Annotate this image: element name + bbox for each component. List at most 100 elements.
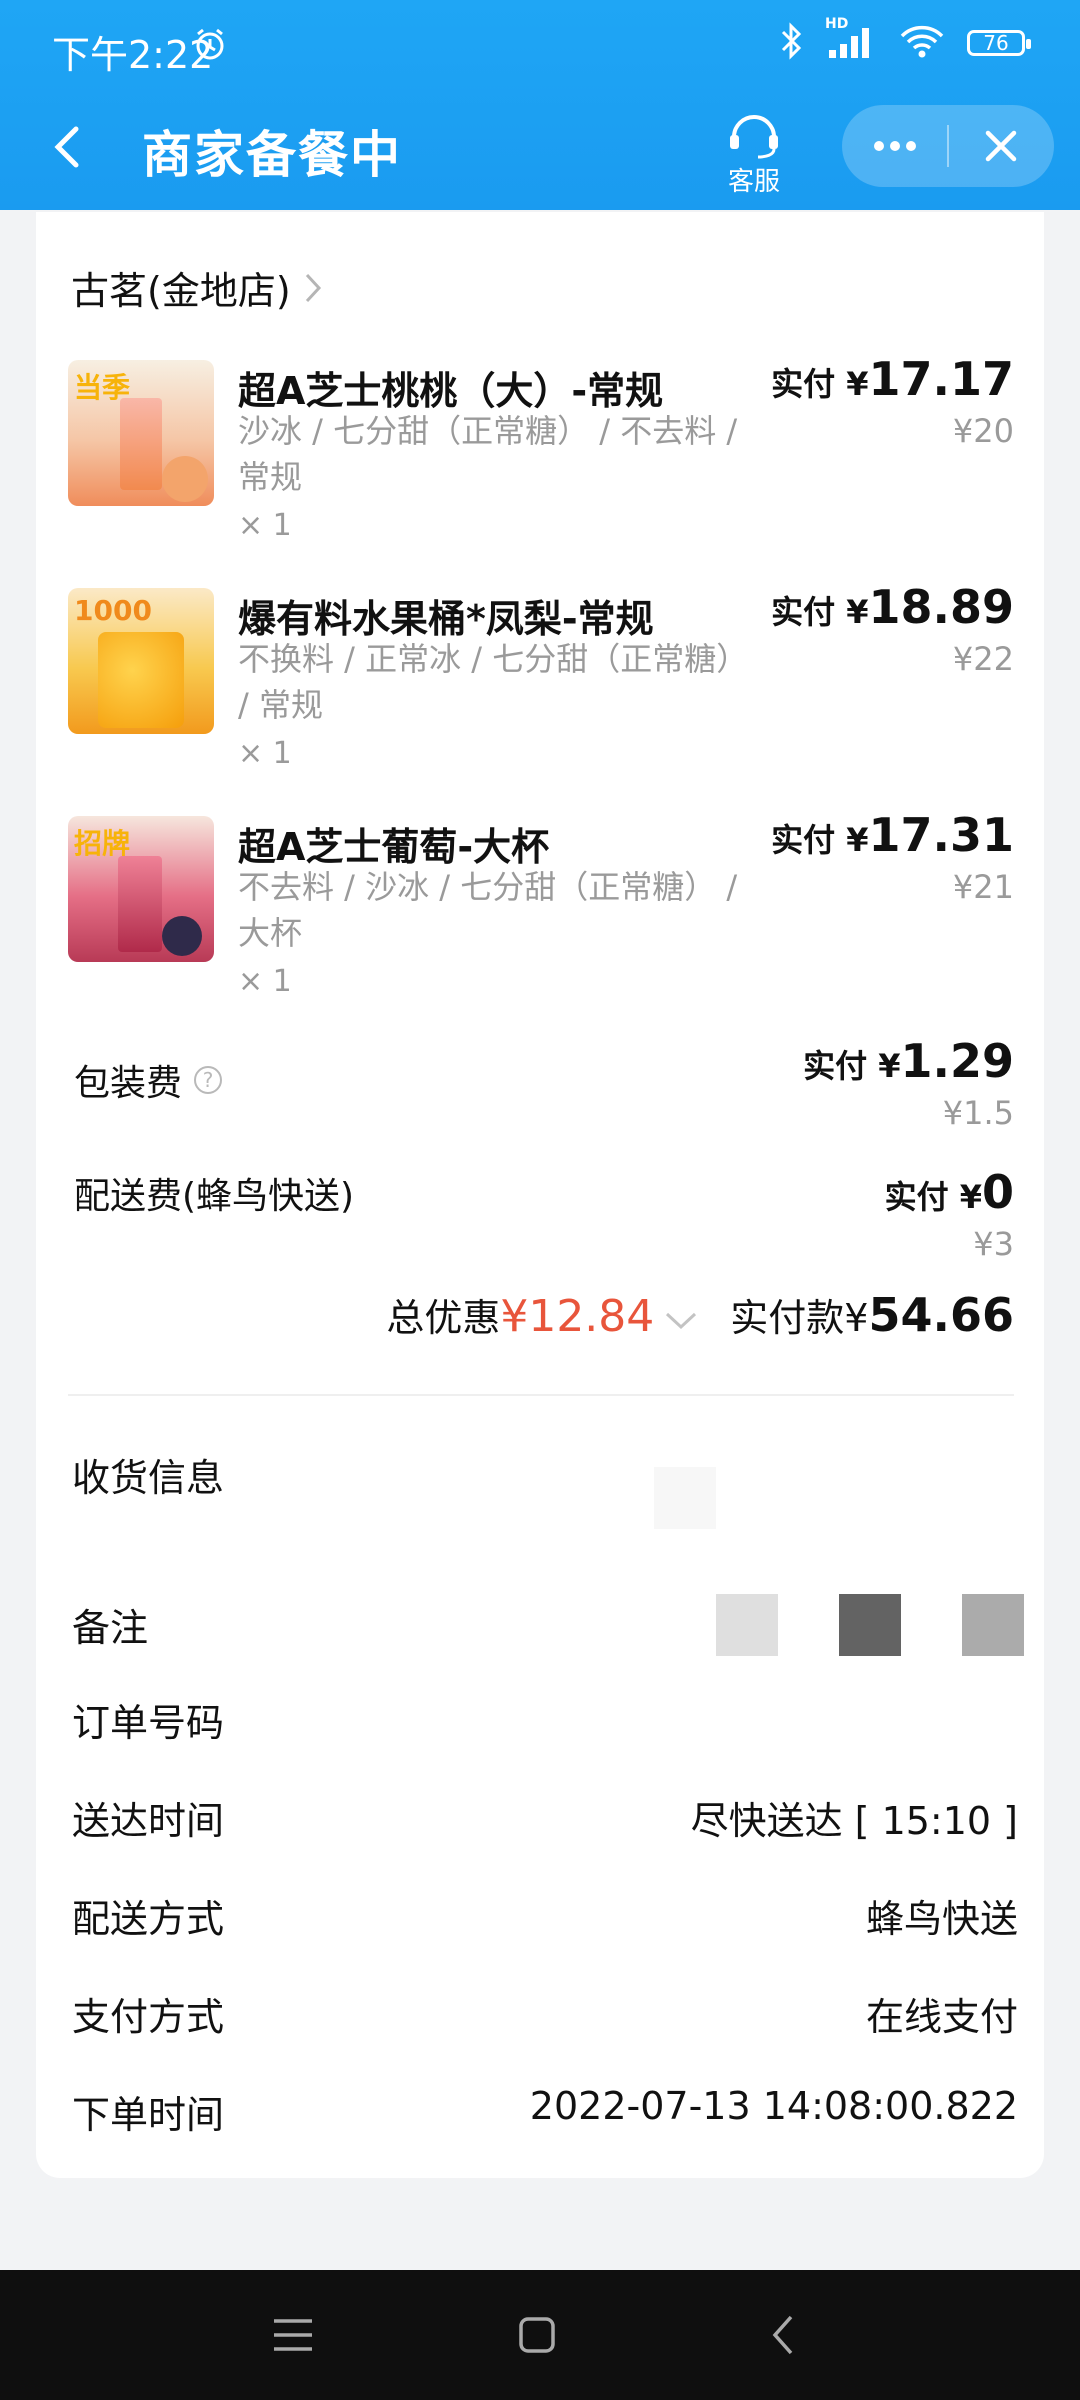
order-number-label: 订单号码 (72, 1701, 225, 1745)
back-button[interactable] (40, 117, 100, 177)
store-name: 古茗(金地店) (71, 269, 291, 313)
home-icon (519, 2317, 555, 2353)
paid-amount: 17.17 (868, 352, 1014, 406)
redacted-block (839, 1594, 901, 1656)
order-total: 总优惠 ¥12.84 实付款¥ 54.66 (386, 1287, 1014, 1342)
menu-capsule (842, 105, 1054, 187)
paid-amount: 0 (981, 1165, 1014, 1219)
network-type: HD (825, 16, 849, 32)
paid-amount: 1.29 (900, 1034, 1015, 1088)
paid-total-label: 实付款¥ (730, 1296, 869, 1340)
order-item[interactable]: 招牌 超A芝士葡萄-大杯 不去料 / 沙冰 / 七分甜（正常糖） / 大杯 × … (68, 808, 1014, 1026)
customer-service-button[interactable]: 客服 (712, 107, 796, 197)
discount-expand-button[interactable] (664, 1296, 698, 1340)
close-icon (985, 130, 1017, 162)
order-time-row: 下单时间 2022-07-13 14:08:00.822 (72, 2084, 1018, 2144)
original-price: ¥21 (952, 868, 1014, 906)
product-spec: 沙冰 / 七分甜（正常糖） / 不去料 / 常规 (238, 412, 738, 496)
original-price: ¥20 (952, 412, 1014, 450)
store-link[interactable]: 古茗(金地店) (71, 260, 323, 315)
fee-paid: 实付 ¥1.29 (803, 1034, 1014, 1088)
payment-method-row: 支付方式 在线支付 (72, 1986, 1018, 2046)
paid-total-value: 54.66 (868, 1288, 1014, 1342)
wifi-icon (899, 22, 945, 64)
redacted-block (962, 1594, 1024, 1656)
packaging-fee-row: 包装费 ? 实付 ¥1.29 ¥1.5 (74, 1034, 1014, 1152)
product-image: 招牌 (68, 816, 214, 962)
remark-row: 备注 (72, 1594, 1024, 1657)
redacted-block (654, 1467, 716, 1529)
delivery-method-label: 配送方式 (72, 1897, 225, 1941)
paid-label: 实付 ¥ (771, 365, 869, 403)
paid-label: 实付 ¥ (771, 593, 869, 631)
original-price: ¥22 (952, 640, 1014, 678)
status-bar: 下午2:22 HD 76 (0, 0, 1080, 95)
item-paid: 实付 ¥17.17 (771, 352, 1014, 406)
product-spec: 不去料 / 沙冰 / 七分甜（正常糖） / 大杯 (238, 868, 738, 952)
delivery-method-value: 蜂鸟快送 (865, 1897, 1018, 1941)
order-item[interactable]: 1000 爆有料水果桶*凤梨-常规 不换料 / 正常冰 / 七分甜（正常糖） /… (68, 580, 1014, 798)
help-icon[interactable]: ? (194, 1066, 223, 1094)
close-button[interactable] (948, 105, 1054, 187)
page-title: 商家备餐中 (142, 126, 402, 184)
receiver-label: 收货信息 (72, 1456, 225, 1500)
redacted-block (716, 1594, 778, 1656)
original-price: ¥1.5 (942, 1094, 1014, 1132)
delivery-method-row: 配送方式 蜂鸟快送 (72, 1888, 1018, 1948)
alarm-icon (192, 26, 228, 66)
original-price: ¥3 (973, 1225, 1014, 1263)
system-nav-bar (0, 2270, 1080, 2400)
delivery-fee-row: 配送费(蜂鸟快送) 实付 ¥0 ¥3 (74, 1165, 1014, 1277)
back-nav-button[interactable] (748, 2300, 818, 2370)
product-spec: 不换料 / 正常冰 / 七分甜（正常糖） / 常规 (238, 640, 749, 724)
discount-label: 总优惠 (386, 1296, 501, 1340)
chevron-right-icon (305, 273, 321, 302)
order-time-value: 2022-07-13 14:08:00.822 (529, 2084, 1018, 2128)
paid-amount: 17.31 (868, 808, 1014, 862)
paid-label: 实付 ¥ (884, 1178, 982, 1216)
delivery-time-label: 送达时间 (72, 1799, 225, 1843)
product-image: 1000 (68, 588, 214, 734)
product-qty: × 1 (238, 508, 292, 543)
nav-bar: 商家备餐中 客服 (0, 95, 1080, 210)
product-image: 当季 (68, 360, 214, 506)
fee-name: 包装费 (74, 1063, 183, 1104)
bluetooth-icon (779, 22, 803, 64)
product-name: 超A芝士桃桃（大）-常规 (238, 369, 664, 413)
product-tag: 1000 (74, 594, 152, 627)
paid-label: 实付 ¥ (771, 821, 869, 859)
product-qty: × 1 (238, 736, 292, 771)
menu-button[interactable] (258, 2300, 328, 2370)
product-name: 超A芝士葡萄-大杯 (238, 825, 550, 869)
order-card: 古茗(金地店) 当季 超A芝士桃桃（大）-常规 沙冰 / 七分甜（正常糖） / … (36, 212, 1044, 2178)
discount-value: ¥12.84 (500, 1291, 655, 1342)
order-item[interactable]: 当季 超A芝士桃桃（大）-常规 沙冰 / 七分甜（正常糖） / 不去料 / 常规… (68, 352, 1014, 570)
order-time-label: 下单时间 (72, 2093, 225, 2137)
item-paid: 实付 ¥17.31 (771, 808, 1014, 862)
more-icon (874, 141, 916, 151)
receiver-row[interactable]: 收货信息 (72, 1447, 1018, 1529)
home-button[interactable] (502, 2300, 572, 2370)
item-paid: 实付 ¥18.89 (771, 580, 1014, 634)
product-name: 爆有料水果桶*凤梨-常规 (238, 597, 654, 641)
payment-method-label: 支付方式 (72, 1995, 225, 2039)
battery-indicator: 76 (967, 30, 1031, 56)
paid-label: 实付 ¥ (803, 1047, 901, 1085)
payment-method-value: 在线支付 (865, 1995, 1018, 2039)
header-bar: 下午2:22 HD 76 商家备餐中 客服 (0, 0, 1080, 210)
fee-name: 配送费(蜂鸟快送) (74, 1176, 355, 1217)
divider (68, 1394, 1014, 1396)
order-number-row: 订单号码 (72, 1692, 1018, 1752)
remark-label: 备注 (72, 1606, 149, 1650)
status-time: 下午2:22 (52, 33, 214, 77)
more-button[interactable] (842, 105, 948, 187)
chevron-down-icon (666, 1312, 697, 1330)
signal-icon: HD (825, 16, 877, 64)
paid-amount: 18.89 (868, 580, 1014, 634)
fee-paid: 实付 ¥0 (885, 1165, 1014, 1219)
chevron-left-icon (54, 126, 79, 168)
back-icon (772, 2315, 793, 2355)
product-qty: × 1 (238, 964, 292, 999)
delivery-time-value: 尽快送达 [ 15:10 ] (690, 1799, 1018, 1843)
menu-icon (274, 2319, 312, 2351)
